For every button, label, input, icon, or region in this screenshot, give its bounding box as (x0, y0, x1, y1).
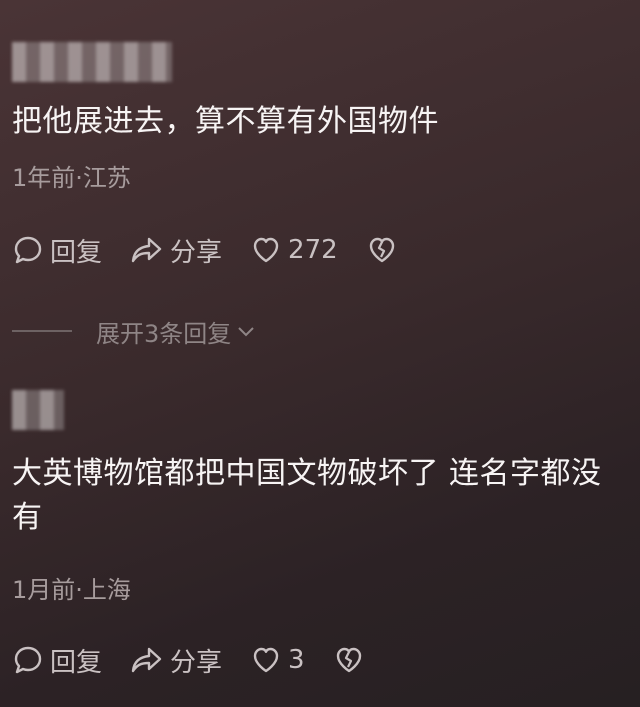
comment-meta: 1月前·上海 (12, 576, 131, 604)
heart-icon (253, 237, 279, 263)
comment-meta: 1年前·江苏 (12, 164, 131, 192)
reply-button[interactable]: 回复 (12, 232, 102, 269)
broken-heart-icon (369, 237, 394, 263)
comment-item: 把他展进去，算不算有外国物件 1年前·江苏 回复 分享 272 (0, 0, 640, 290)
expand-replies[interactable]: 展开3条回复 (12, 314, 257, 348)
share-label: 分享 (170, 647, 223, 678)
speech-bubble-icon (14, 646, 42, 674)
reply-label: 回复 (50, 647, 103, 678)
blurred-username (12, 390, 64, 430)
like-count: 3 (288, 645, 305, 675)
share-button[interactable]: 分享 (130, 642, 222, 679)
share-arrow-icon (131, 237, 162, 263)
comment-item: 大英博物馆都把中国文物破坏了 连名字都没有 1月前·上海 回复 分享 3 (0, 380, 640, 707)
share-arrow-icon (131, 647, 162, 673)
share-label: 分享 (170, 237, 223, 268)
reply-button[interactable]: 回复 (12, 642, 102, 679)
dislike-button[interactable] (366, 234, 404, 266)
comment-actions: 回复 分享 3 (12, 642, 399, 678)
share-button[interactable]: 分享 (130, 232, 222, 269)
comment-text: 大英博物馆都把中国文物破坏了 连名字都没有 (12, 456, 602, 535)
divider-line (12, 330, 72, 332)
dislike-button[interactable] (333, 644, 371, 676)
expand-replies-label: 展开3条回复 (96, 319, 232, 348)
heart-icon (253, 647, 279, 673)
broken-heart-icon (336, 647, 361, 673)
comment-actions: 回复 分享 272 (12, 232, 432, 268)
like-button[interactable]: 272 (250, 234, 338, 266)
speech-bubble-icon (14, 236, 42, 264)
comment-text: 把他展进去，算不算有外国物件 (12, 104, 439, 139)
reply-label: 回复 (50, 237, 103, 268)
like-count: 272 (288, 235, 338, 265)
chevron-down-icon (238, 327, 254, 337)
blurred-username (12, 42, 172, 82)
like-button[interactable]: 3 (250, 644, 305, 676)
